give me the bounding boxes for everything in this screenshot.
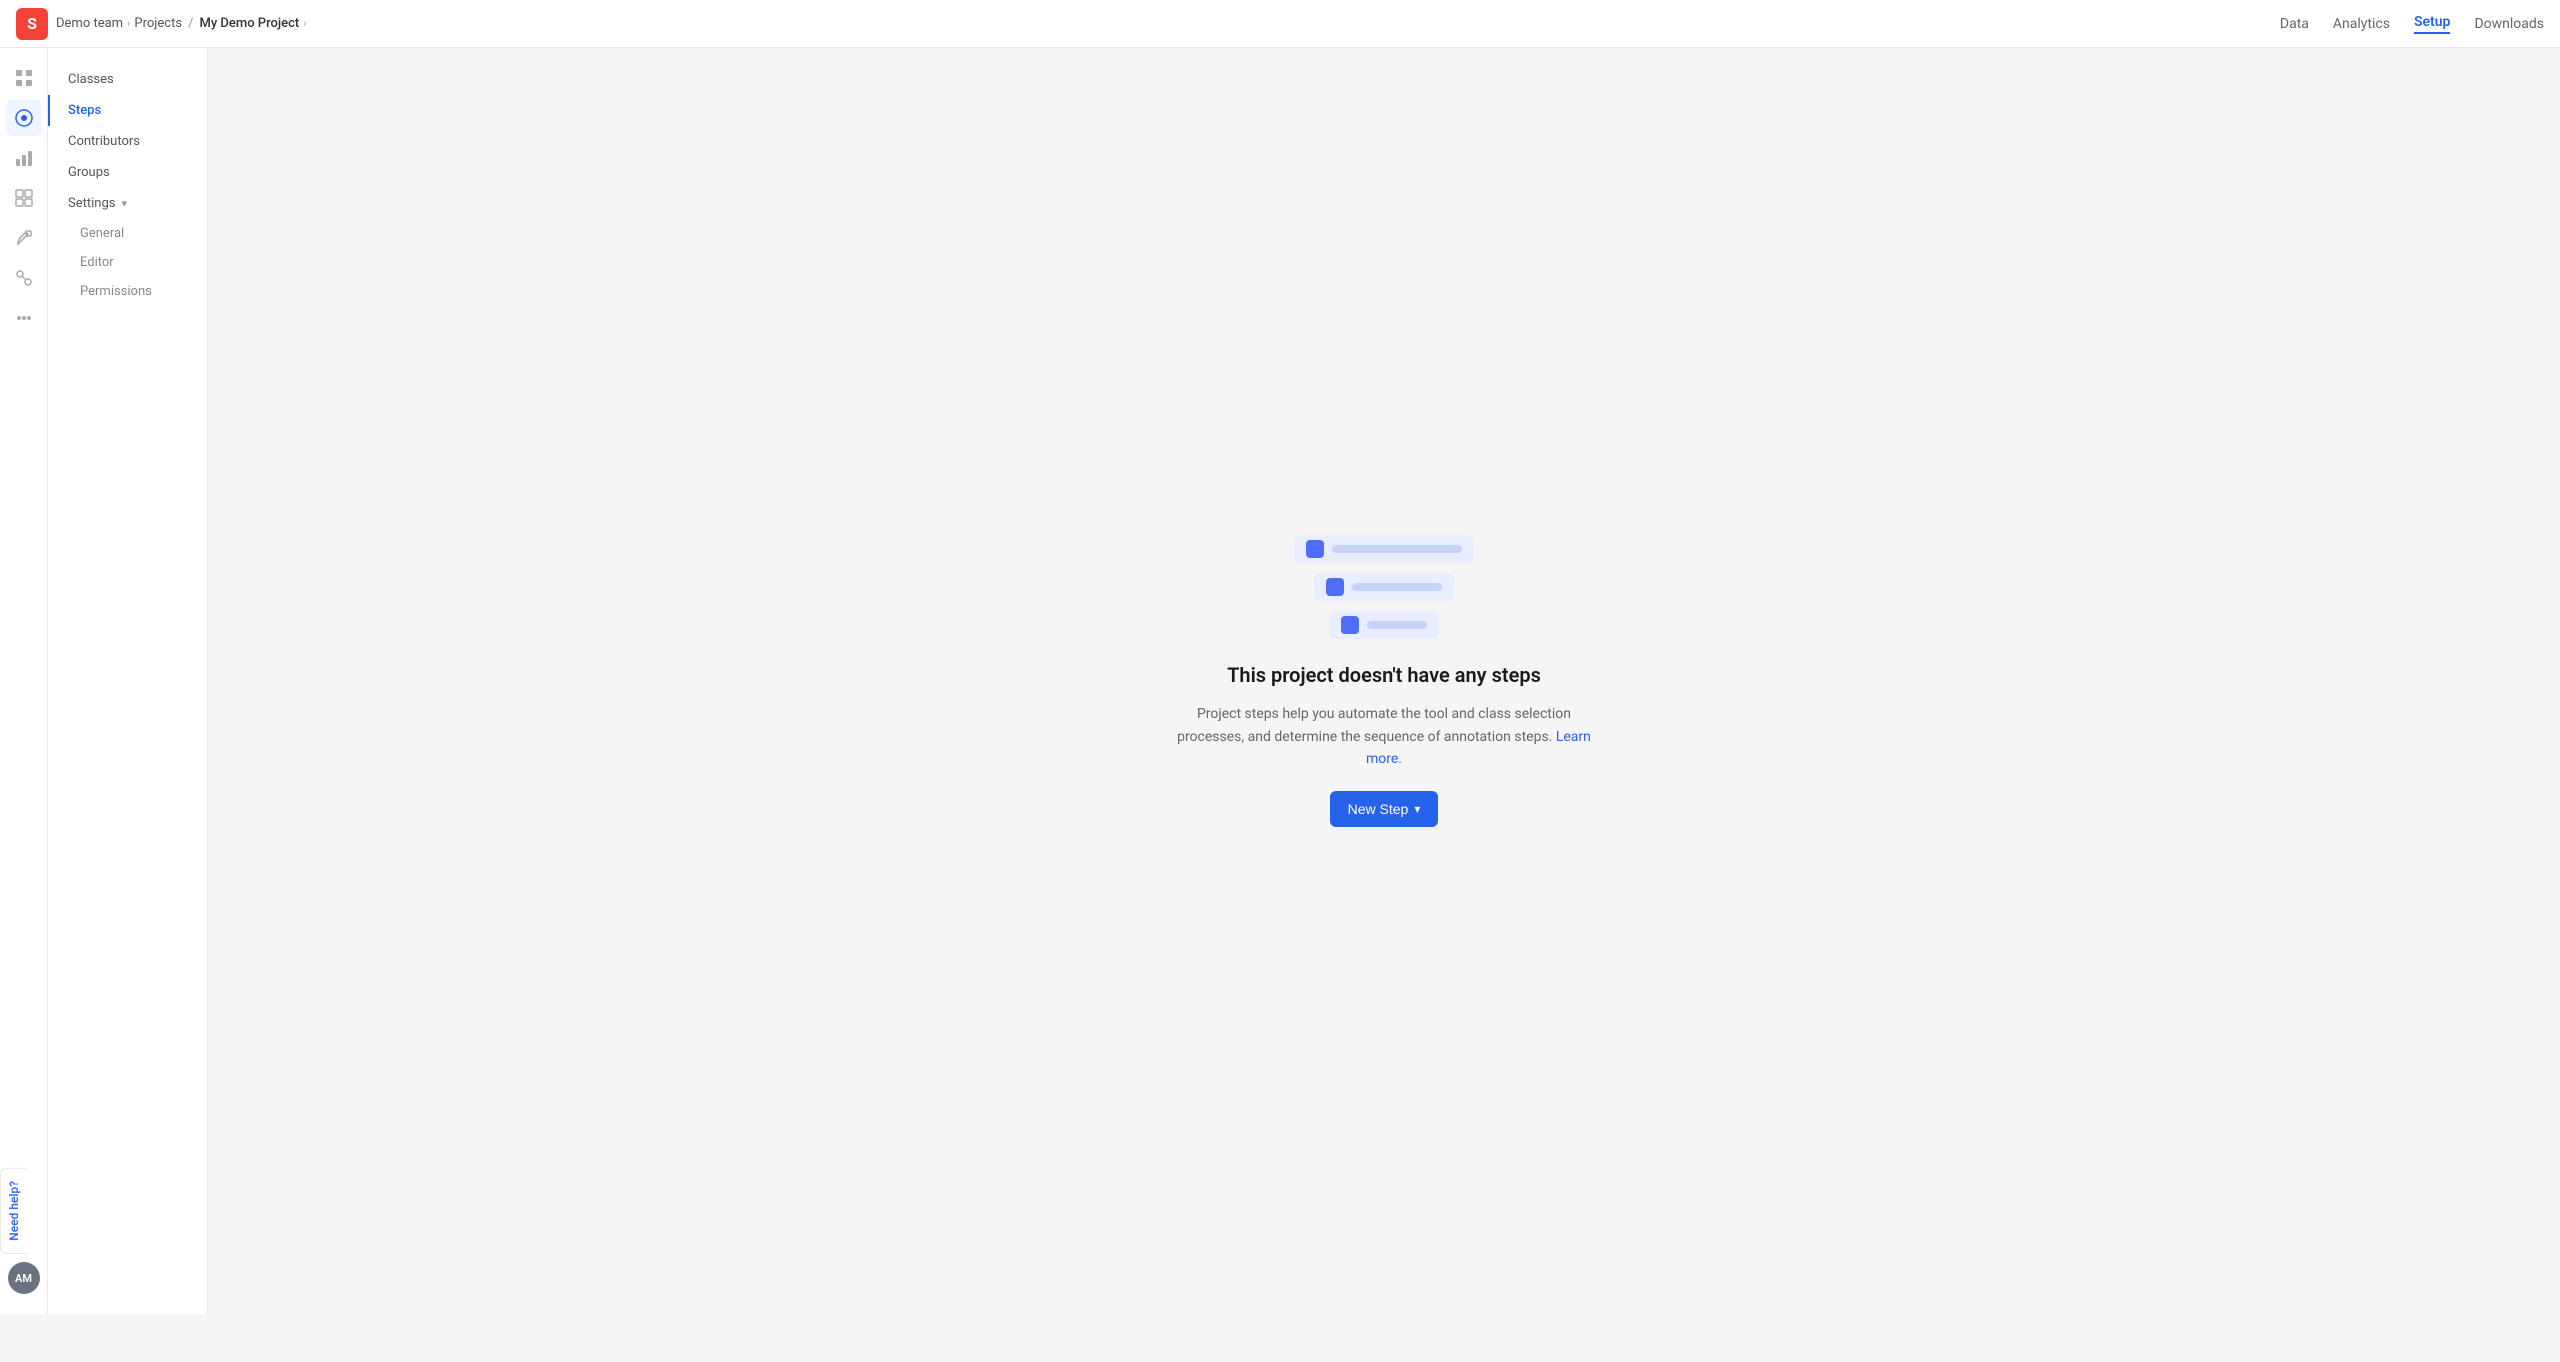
nav-analytics[interactable]: Analytics xyxy=(2333,16,2390,32)
breadcrumb-team[interactable]: Demo team xyxy=(56,16,123,31)
empty-state-description: Project steps help you automate the tool… xyxy=(1164,703,1604,770)
top-nav-right: Data Analytics Setup Downloads xyxy=(2280,14,2544,34)
new-step-chevron-icon: ▾ xyxy=(1414,802,1420,816)
breadcrumb: Demo team › Projects / My Demo Project › xyxy=(56,16,307,31)
empty-state-title: This project doesn't have any steps xyxy=(1227,663,1541,687)
avatar[interactable]: AM xyxy=(8,1262,40,1294)
top-nav-left: S Demo team › Projects / My Demo Project… xyxy=(16,8,2280,40)
menu-item-steps[interactable]: Steps xyxy=(48,95,207,126)
empty-state-illustration xyxy=(1294,535,1474,639)
illus-row-2 xyxy=(1314,573,1454,601)
app-body: AM Classes Steps Contributors Groups Set… xyxy=(0,48,2560,1314)
illus-line-1 xyxy=(1332,545,1462,553)
illus-dot-3 xyxy=(1341,616,1359,634)
need-help-widget[interactable]: Need help? xyxy=(0,1168,27,1254)
menu-item-classes[interactable]: Classes xyxy=(48,64,207,95)
illus-dot-1 xyxy=(1306,540,1324,558)
top-nav: S Demo team › Projects / My Demo Project… xyxy=(0,0,2560,48)
menu-sidebar: Classes Steps Contributors Groups Settin… xyxy=(48,48,208,1314)
nav-downloads[interactable]: Downloads xyxy=(2474,16,2544,32)
menu-item-contributors[interactable]: Contributors xyxy=(48,126,207,157)
illus-line-3 xyxy=(1367,621,1427,629)
menu-sub-item-editor[interactable]: Editor xyxy=(48,248,207,277)
new-step-label: New Step xyxy=(1348,801,1409,817)
empty-state: This project doesn't have any steps Proj… xyxy=(1164,535,1604,826)
nav-setup[interactable]: Setup xyxy=(2414,14,2450,34)
sidebar-icon-tag[interactable] xyxy=(6,100,42,136)
nav-data[interactable]: Data xyxy=(2280,16,2309,32)
chevron-icon: › xyxy=(127,17,130,30)
menu-item-settings[interactable]: Settings ▾ xyxy=(48,188,207,219)
sidebar-icon-tool[interactable] xyxy=(6,220,42,256)
illus-line-2 xyxy=(1352,583,1442,591)
menu-item-groups[interactable]: Groups xyxy=(48,157,207,188)
project-chevron-icon: › xyxy=(303,17,306,30)
main-content: This project doesn't have any steps Proj… xyxy=(208,48,2560,1314)
illus-row-1 xyxy=(1294,535,1474,563)
menu-sub-item-permissions[interactable]: Permissions xyxy=(48,277,207,306)
sidebar-icon-integrations[interactable] xyxy=(6,260,42,296)
menu-sub-item-general[interactable]: General xyxy=(48,219,207,248)
sidebar-icon-dashboard[interactable] xyxy=(6,60,42,96)
sidebar-icon-apps[interactable] xyxy=(6,300,42,336)
illus-row-3 xyxy=(1329,611,1439,639)
breadcrumb-projects[interactable]: Projects xyxy=(134,16,182,31)
sidebar-icon-stats[interactable] xyxy=(6,140,42,176)
sidebar-icon-grid[interactable] xyxy=(6,180,42,216)
separator: / xyxy=(188,16,193,31)
new-step-button[interactable]: New Step ▾ xyxy=(1330,791,1439,827)
icon-sidebar: AM xyxy=(0,48,48,1314)
logo[interactable]: S xyxy=(16,8,48,40)
breadcrumb-current: My Demo Project xyxy=(199,16,299,31)
illus-dot-2 xyxy=(1326,578,1344,596)
settings-chevron-icon: ▾ xyxy=(121,197,127,210)
